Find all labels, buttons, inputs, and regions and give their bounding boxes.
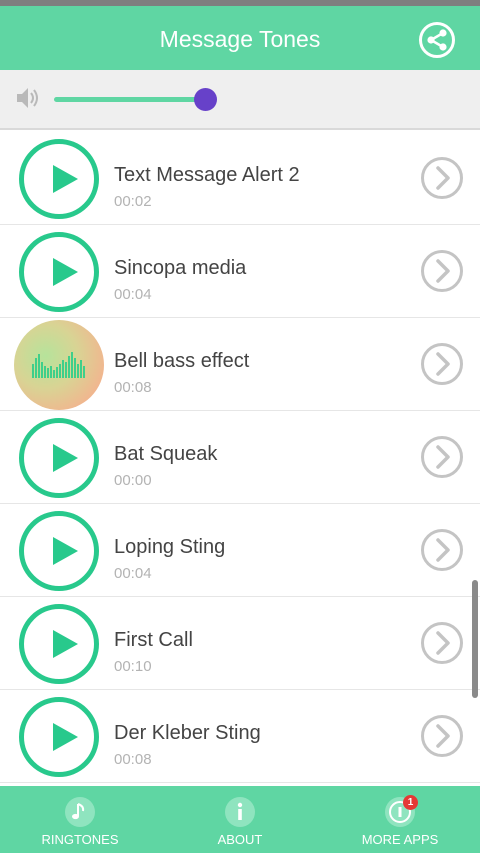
list-item[interactable]: Bat Squeak 00:00 xyxy=(0,411,480,504)
tone-title: Bat Squeak xyxy=(114,443,218,465)
play-icon xyxy=(53,258,78,286)
info-icon xyxy=(225,797,255,827)
nav-more-apps-label: MORE APPS xyxy=(361,832,439,847)
nav-about[interactable]: ABOUT xyxy=(160,786,320,853)
nav-ringtones[interactable]: RINGTONES xyxy=(0,786,160,853)
tone-title: Sincopa media xyxy=(114,257,247,279)
play-button[interactable] xyxy=(19,697,99,777)
chevron-right-icon[interactable] xyxy=(420,435,464,479)
tone-duration: 00:00 xyxy=(114,472,152,489)
chevron-right-icon[interactable] xyxy=(420,249,464,293)
chevron-right-icon[interactable] xyxy=(420,156,464,200)
volume-slider-thumb[interactable] xyxy=(193,88,217,111)
chevron-right-icon[interactable] xyxy=(420,528,464,572)
play-button[interactable] xyxy=(19,511,99,591)
now-playing-artwork[interactable] xyxy=(14,320,104,410)
music-note-icon xyxy=(65,797,95,827)
play-icon xyxy=(53,444,78,472)
volume-slider-track[interactable] xyxy=(54,97,216,102)
nav-ringtones-label: RINGTONES xyxy=(41,832,119,847)
volume-bar xyxy=(0,70,480,130)
tone-duration: 00:04 xyxy=(114,565,152,582)
tone-title: Bell bass effect xyxy=(114,350,250,372)
chevron-right-icon[interactable] xyxy=(420,714,464,758)
tone-duration: 00:08 xyxy=(114,751,152,768)
play-icon xyxy=(53,165,78,193)
list-scrollbar[interactable] xyxy=(472,580,478,698)
tone-duration: 00:04 xyxy=(114,286,152,303)
nav-about-label: ABOUT xyxy=(217,832,263,847)
tone-title: Loping Sting xyxy=(114,536,226,558)
chevron-right-icon[interactable] xyxy=(420,621,464,665)
tone-duration: 00:02 xyxy=(114,193,152,210)
list-item[interactable]: Der Kleber Sting 00:08 xyxy=(0,690,480,783)
list-item[interactable]: Sincopa media 00:04 xyxy=(0,225,480,318)
tone-list: Text Message Alert 2 00:02 Sincopa media… xyxy=(0,132,480,786)
tone-title: Text Message Alert 2 xyxy=(114,164,300,186)
page-title: Message Tones xyxy=(159,26,321,52)
play-button[interactable] xyxy=(19,139,99,219)
bottom-nav: RINGTONES ABOUT 1 MORE APPS xyxy=(0,786,480,853)
nav-more-apps[interactable]: 1 MORE APPS xyxy=(320,786,480,853)
equalizer-icon xyxy=(32,352,85,378)
play-button[interactable] xyxy=(19,418,99,498)
notification-badge: 1 xyxy=(403,795,418,810)
play-button[interactable] xyxy=(19,604,99,684)
tone-title: First Call xyxy=(114,629,193,651)
chevron-right-icon[interactable] xyxy=(420,342,464,386)
tone-title: Der Kleber Sting xyxy=(114,722,261,744)
list-item[interactable]: Loping Sting 00:04 xyxy=(0,504,480,597)
play-button[interactable] xyxy=(19,232,99,312)
app-header: Message Tones xyxy=(0,6,480,70)
tone-duration: 00:08 xyxy=(114,379,152,396)
list-item[interactable]: First Call 00:10 xyxy=(0,597,480,690)
play-icon xyxy=(53,723,78,751)
tone-duration: 00:10 xyxy=(114,658,152,675)
play-icon xyxy=(53,537,78,565)
speaker-icon[interactable] xyxy=(14,84,42,112)
list-item[interactable]: Bell bass effect 00:08 xyxy=(0,318,480,411)
list-item[interactable]: Text Message Alert 2 00:02 xyxy=(0,132,480,225)
share-icon[interactable] xyxy=(418,21,456,59)
play-icon xyxy=(53,630,78,658)
